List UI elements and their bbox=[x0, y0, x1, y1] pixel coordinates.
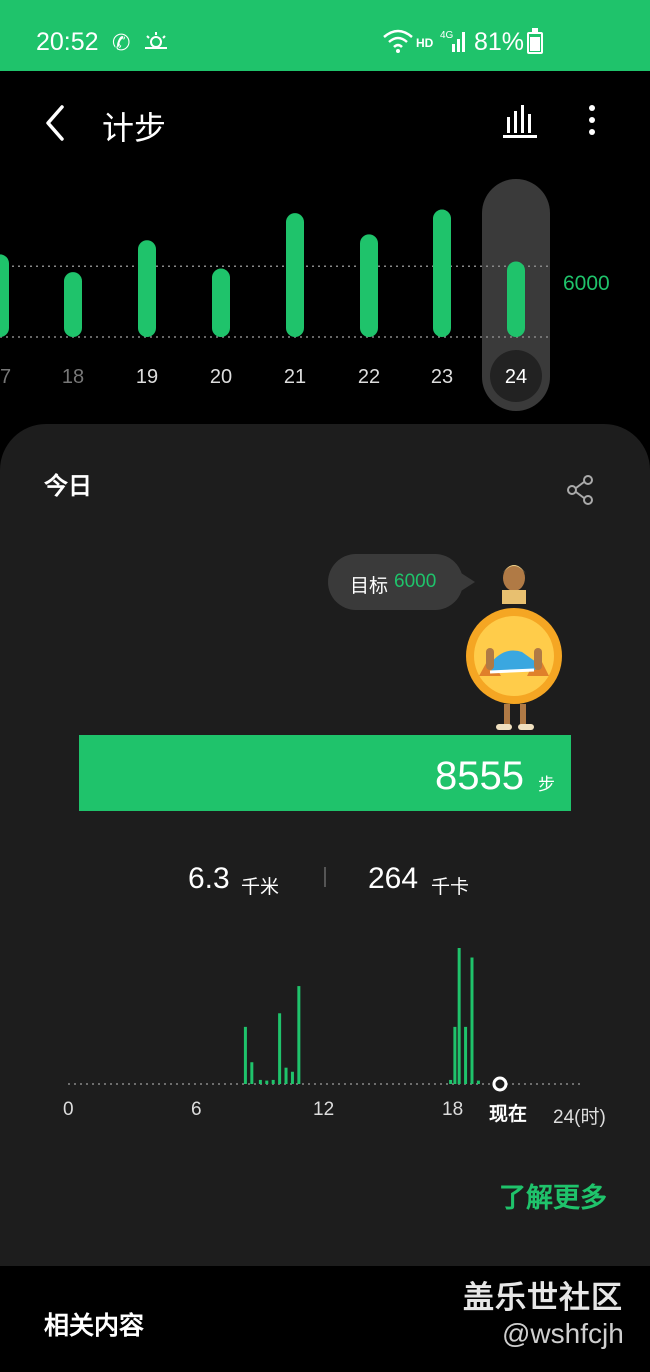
distance-value: 6.3 bbox=[188, 862, 230, 895]
goal-line-label: 6000 bbox=[563, 272, 610, 295]
hourly-chart-svg bbox=[68, 948, 581, 1092]
svg-text:4G: 4G bbox=[440, 30, 454, 41]
hour-label-6: 6 bbox=[191, 1099, 202, 1120]
calories-value: 264 bbox=[368, 862, 419, 895]
hour-label-12: 12 bbox=[313, 1099, 335, 1120]
steps-count: 8555 bbox=[435, 754, 524, 798]
battery-icon bbox=[527, 28, 543, 54]
week-bar-23 bbox=[433, 209, 451, 337]
runner-badge-icon bbox=[466, 565, 562, 730]
hour-bar-2 bbox=[258, 1079, 262, 1084]
hd-badge: HD bbox=[416, 36, 434, 50]
hour-label-now: 现在 bbox=[489, 1104, 528, 1125]
week-day-label-22: 22 bbox=[358, 366, 380, 388]
week-day-label-17: 17 bbox=[0, 366, 11, 388]
week-bar-20 bbox=[212, 268, 230, 337]
mascot-illustration bbox=[462, 556, 572, 732]
week-bar-22 bbox=[360, 234, 378, 337]
hour-bar-4 bbox=[271, 1079, 275, 1084]
back-arrow-icon bbox=[46, 105, 64, 141]
distance-unit: 千米 bbox=[241, 877, 280, 898]
watermark-title: 盖乐世社区 bbox=[463, 1280, 623, 1315]
learn-more-link[interactable]: 了解更多 bbox=[499, 1176, 607, 1215]
calories-unit: 千卡 bbox=[431, 877, 470, 898]
hour-bar-12 bbox=[464, 1026, 468, 1084]
hour-label-0: 0 bbox=[63, 1099, 74, 1120]
call-icon: ✆ bbox=[112, 30, 131, 55]
hour-bar-8 bbox=[297, 986, 301, 1084]
more-options-button[interactable] bbox=[578, 103, 606, 139]
goal-bubble: 目标 6000 bbox=[328, 554, 475, 610]
hourly-steps-chart[interactable]: 0 6 12 18 现在 24(时) bbox=[0, 924, 650, 1134]
hour-bar-13 bbox=[470, 957, 474, 1084]
share-icon bbox=[567, 475, 593, 505]
back-button[interactable] bbox=[40, 103, 76, 143]
related-content-title: 相关内容 bbox=[44, 1312, 145, 1340]
card-title: 今日 bbox=[44, 473, 92, 500]
today-card: 今日 目标 6000 8555 步 6.3 千米 264 千卡 0 6 12 1… bbox=[0, 424, 650, 1266]
week-bar-18 bbox=[64, 272, 82, 337]
weekly-chart-svg: 17 18 19 20 21 22 23 24 bbox=[0, 179, 550, 411]
hour-bar-3 bbox=[265, 1080, 269, 1084]
weekly-steps-chart[interactable]: 17 18 19 20 21 22 23 24 6000 bbox=[0, 171, 650, 421]
hour-label-24: 24(时) bbox=[553, 1107, 606, 1128]
status-bar: 20:52 ✆ HD 4G 81% bbox=[0, 0, 650, 71]
week-bar-21 bbox=[286, 213, 304, 337]
app-bar: 计步 bbox=[0, 71, 650, 171]
week-day-label-19: 19 bbox=[136, 366, 158, 388]
hour-bar-0 bbox=[243, 1026, 247, 1084]
week-bar-24 bbox=[507, 261, 525, 337]
week-bar-17 bbox=[0, 254, 9, 337]
more-vertical-icon bbox=[589, 105, 595, 135]
weather-icon bbox=[143, 30, 169, 58]
week-bar-19 bbox=[138, 240, 156, 337]
hour-bar-11 bbox=[457, 948, 461, 1084]
hour-bar-14 bbox=[476, 1080, 480, 1084]
signal-icon: 4G bbox=[440, 28, 468, 59]
week-day-label-21: 21 bbox=[284, 366, 306, 388]
now-marker bbox=[492, 1076, 508, 1092]
hour-bar-1 bbox=[250, 1062, 254, 1084]
hour-bar-10 bbox=[453, 1026, 457, 1084]
week-day-label-20: 20 bbox=[210, 366, 232, 388]
share-button[interactable] bbox=[566, 475, 596, 505]
status-time: 20:52 bbox=[36, 28, 99, 56]
stat-divider bbox=[324, 867, 326, 887]
hour-bar-7 bbox=[290, 1071, 294, 1084]
steps-unit: 步 bbox=[538, 775, 555, 794]
page-title: 计步 bbox=[102, 110, 167, 146]
hour-label-18: 18 bbox=[442, 1099, 464, 1120]
statistics-button[interactable] bbox=[500, 103, 540, 139]
hour-bar-9 bbox=[449, 1079, 453, 1084]
week-day-label-24: 24 bbox=[505, 366, 527, 388]
week-day-label-23: 23 bbox=[431, 366, 453, 388]
goal-label: 目标 bbox=[350, 576, 389, 597]
goal-value: 6000 bbox=[394, 571, 437, 592]
hour-bar-6 bbox=[284, 1067, 288, 1084]
watermark-handle: @wshfcjh bbox=[502, 1318, 624, 1349]
bar-chart-icon bbox=[503, 105, 537, 138]
battery-percent: 81% bbox=[474, 28, 525, 56]
wifi-icon bbox=[382, 28, 414, 59]
hour-bar-5 bbox=[278, 1013, 282, 1084]
week-day-label-18: 18 bbox=[62, 366, 84, 388]
